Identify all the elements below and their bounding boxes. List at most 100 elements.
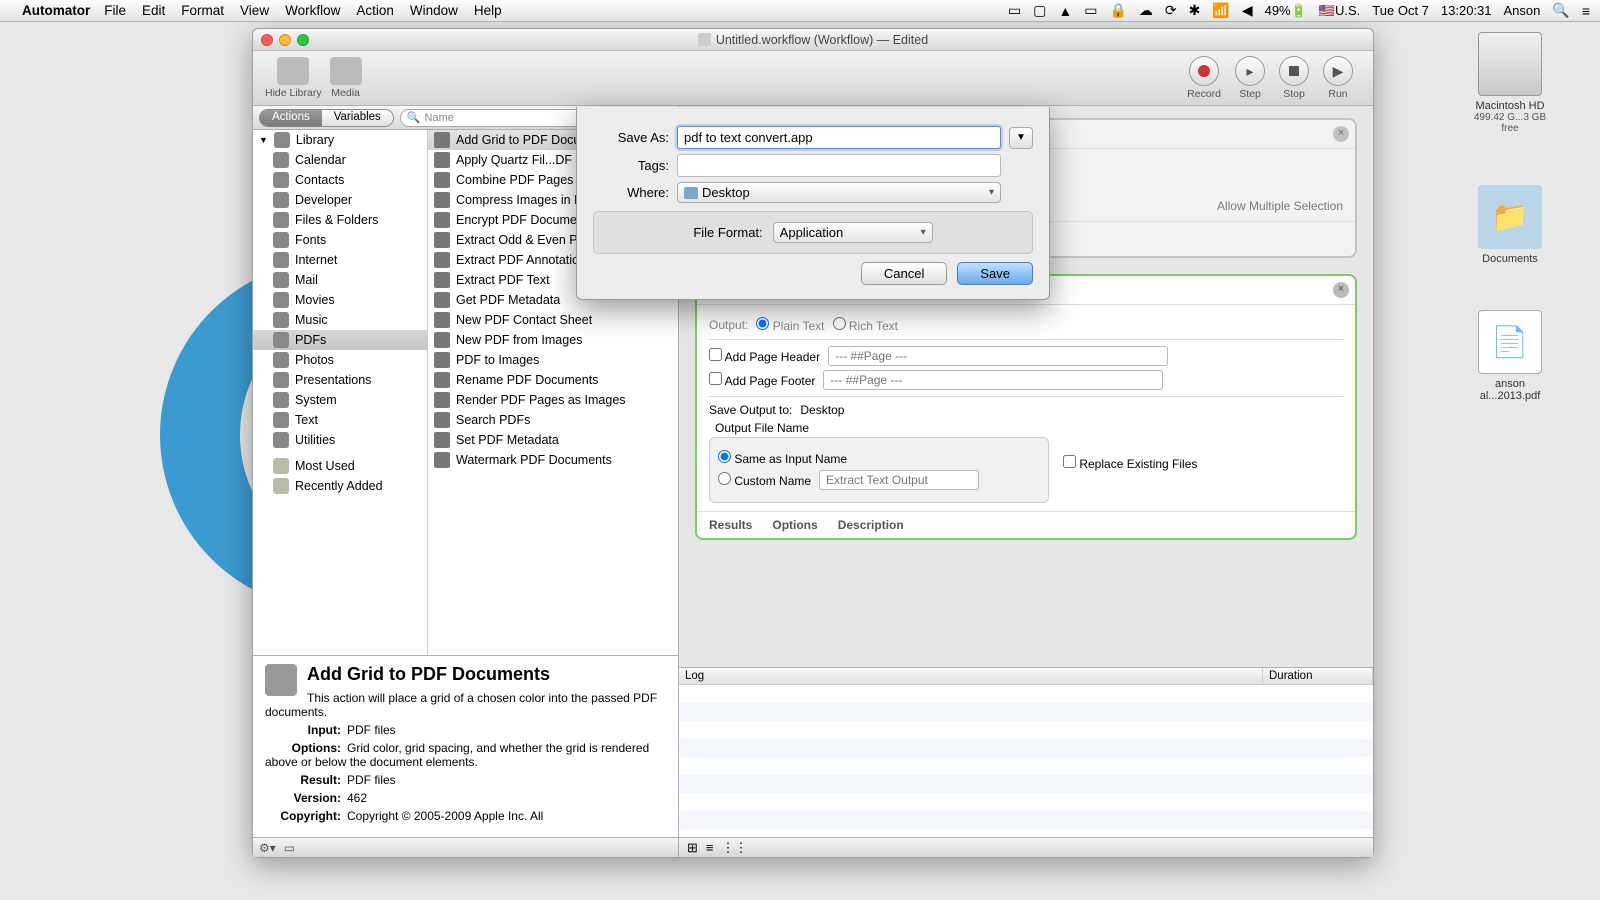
plain-text-radio[interactable]: Plain Text: [756, 317, 824, 333]
results-tab[interactable]: Results: [709, 518, 752, 532]
rich-text-radio[interactable]: Rich Text: [833, 317, 898, 333]
action-item[interactable]: New PDF Contact Sheet: [428, 310, 678, 330]
menubar-time[interactable]: 13:20:31: [1441, 3, 1492, 18]
close-button[interactable]: [261, 34, 273, 46]
cancel-button[interactable]: Cancel: [861, 262, 947, 285]
action-item[interactable]: Search PDFs: [428, 410, 678, 430]
menu-window[interactable]: Window: [410, 3, 458, 18]
tags-input[interactable]: [677, 154, 1001, 177]
menu-view[interactable]: View: [240, 3, 269, 18]
category-mail[interactable]: Mail: [253, 270, 427, 290]
step-button[interactable]: Step: [1235, 56, 1265, 100]
category-fonts[interactable]: Fonts: [253, 230, 427, 250]
same-as-input-radio[interactable]: Same as Input Name: [718, 450, 847, 466]
run-button[interactable]: Run: [1323, 56, 1353, 100]
app-menu[interactable]: Automator: [22, 3, 90, 18]
facetime-icon[interactable]: ▭: [1008, 2, 1021, 19]
sync-icon[interactable]: ⟳: [1165, 2, 1177, 19]
custom-name-input[interactable]: [819, 470, 979, 490]
save-button[interactable]: Save: [957, 262, 1033, 285]
input-flag[interactable]: 🇺🇸 U.S.: [1319, 3, 1360, 19]
airplay-icon[interactable]: ▭: [1084, 2, 1097, 19]
category-utilities[interactable]: Utilities: [253, 430, 427, 450]
category-files-folders[interactable]: Files & Folders: [253, 210, 427, 230]
description-tab[interactable]: Description: [838, 518, 904, 532]
menu-workflow[interactable]: Workflow: [285, 3, 340, 18]
view-grid-icon[interactable]: ⊞: [687, 840, 698, 856]
titlebar[interactable]: Untitled.workflow (Workflow) — Edited: [253, 29, 1373, 51]
category-list[interactable]: ▼Library CalendarContactsDeveloperFiles …: [253, 130, 428, 655]
stop-button[interactable]: Stop: [1279, 56, 1309, 100]
action-item[interactable]: New PDF from Images: [428, 330, 678, 350]
desktop-hd[interactable]: Macintosh HD 499.42 G...3 GB free: [1465, 32, 1555, 134]
category-most-used[interactable]: Most Used: [253, 456, 427, 476]
zoom-button[interactable]: [297, 34, 309, 46]
category-movies[interactable]: Movies: [253, 290, 427, 310]
action-item[interactable]: Set PDF Metadata: [428, 430, 678, 450]
add-header-checkbox[interactable]: Add Page Header: [709, 348, 820, 364]
category-text[interactable]: Text: [253, 410, 427, 430]
menu-help[interactable]: Help: [474, 3, 502, 18]
bluetooth-icon[interactable]: ✱: [1189, 2, 1201, 19]
volume-icon[interactable]: ◀: [1242, 2, 1253, 19]
lock-icon[interactable]: 🔒: [1109, 2, 1126, 19]
menubar-user[interactable]: Anson: [1504, 3, 1541, 18]
options-tab[interactable]: Options: [772, 518, 817, 532]
category-recently-added[interactable]: Recently Added: [253, 476, 427, 496]
notification-center-icon[interactable]: ≡: [1582, 3, 1590, 19]
minimize-button[interactable]: [279, 34, 291, 46]
category-calendar[interactable]: Calendar: [253, 150, 427, 170]
menubar-date[interactable]: Tue Oct 7: [1372, 3, 1429, 18]
page-footer-input[interactable]: [823, 370, 1163, 390]
custom-name-radio[interactable]: Custom Name: [718, 472, 811, 488]
save-as-input[interactable]: [677, 126, 1001, 149]
view-toggle[interactable]: ▭: [284, 841, 295, 855]
desktop-pdf-file[interactable]: 📄 anson al...2013.pdf: [1465, 310, 1555, 402]
category-music[interactable]: Music: [253, 310, 427, 330]
action-item[interactable]: Render PDF Pages as Images: [428, 390, 678, 410]
record-button[interactable]: Record: [1187, 56, 1221, 100]
remove-action-button[interactable]: ×: [1333, 282, 1349, 298]
remove-action-button[interactable]: ×: [1333, 126, 1349, 142]
replace-existing-checkbox[interactable]: Replace Existing Files: [1063, 455, 1197, 471]
log-col-log[interactable]: Log: [679, 668, 1263, 684]
spotlight-icon[interactable]: 🔍: [1552, 2, 1569, 19]
category-system[interactable]: System: [253, 390, 427, 410]
category-internet[interactable]: Internet: [253, 250, 427, 270]
library-header[interactable]: ▼Library: [253, 130, 427, 150]
wifi-icon[interactable]: 📶: [1212, 2, 1229, 19]
tab-variables[interactable]: Variables: [322, 110, 393, 126]
category-contacts[interactable]: Contacts: [253, 170, 427, 190]
action-item[interactable]: PDF to Images: [428, 350, 678, 370]
menu-edit[interactable]: Edit: [142, 3, 165, 18]
menu-action[interactable]: Action: [356, 3, 394, 18]
hide-library-button[interactable]: Hide Library: [265, 57, 322, 99]
display-icon[interactable]: ▢: [1033, 2, 1046, 19]
document-proxy-icon[interactable]: [698, 33, 711, 46]
action-extract-pdf-text[interactable]: × ▾Extract PDF Text Output: Plain Text R…: [695, 274, 1357, 540]
media-button[interactable]: Media: [330, 57, 362, 99]
chat-icon[interactable]: ☁: [1139, 2, 1153, 19]
notification-icon[interactable]: ▲: [1058, 3, 1072, 19]
category-developer[interactable]: Developer: [253, 190, 427, 210]
view-flow-icon[interactable]: ⋮⋮: [722, 840, 748, 856]
file-format-popup[interactable]: Application: [773, 222, 933, 243]
category-photos[interactable]: Photos: [253, 350, 427, 370]
page-header-input[interactable]: [828, 346, 1168, 366]
menu-file[interactable]: File: [104, 3, 126, 18]
view-list-icon[interactable]: ≡: [706, 840, 714, 855]
action-item[interactable]: Watermark PDF Documents: [428, 450, 678, 470]
add-footer-checkbox[interactable]: Add Page Footer: [709, 372, 815, 388]
action-item[interactable]: Rename PDF Documents: [428, 370, 678, 390]
category-pdfs[interactable]: PDFs: [253, 330, 427, 350]
log-col-duration[interactable]: Duration: [1263, 668, 1373, 684]
category-presentations[interactable]: Presentations: [253, 370, 427, 390]
tab-actions[interactable]: Actions: [260, 110, 322, 126]
desktop-documents[interactable]: 📁 Documents: [1465, 185, 1555, 265]
expand-browser-button[interactable]: ▼: [1009, 127, 1033, 149]
where-popup[interactable]: Desktop: [677, 182, 1001, 203]
gear-menu[interactable]: ⚙▾: [259, 841, 276, 855]
battery-status[interactable]: 49% 🔋: [1265, 3, 1307, 19]
save-output-popup[interactable]: Desktop: [800, 403, 1020, 417]
menu-format[interactable]: Format: [181, 3, 224, 18]
